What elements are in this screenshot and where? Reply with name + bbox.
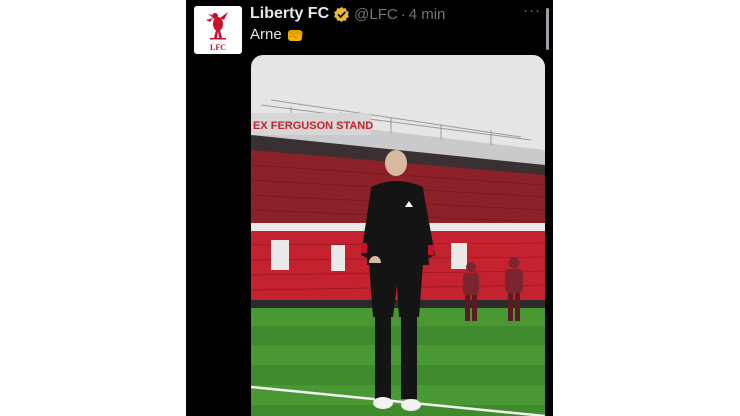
lfc-avatar[interactable]: LFC	[194, 6, 242, 54]
tweet-text: Arne	[250, 26, 305, 43]
tweet-text-content: Arne	[250, 26, 282, 43]
more-options-icon[interactable]: ···	[523, 2, 541, 20]
author-handle[interactable]: @LFC	[354, 6, 398, 23]
lfc-logo-text: LFC	[210, 43, 226, 52]
tweet-time[interactable]: 4 min	[409, 6, 446, 23]
fist-emoji-icon	[287, 27, 305, 43]
scrollbar[interactable]	[546, 8, 549, 50]
stand-name-text: EX FERGUSON STAND	[253, 120, 373, 132]
tweet-card: LFC Liberty FC @LFC · 4 min ··· Arne EX …	[186, 0, 553, 416]
header-separator: ·	[400, 5, 406, 23]
tweet-photo[interactable]: EX FERGUSON STAND	[251, 55, 545, 416]
verified-badge-icon	[333, 6, 350, 23]
tweet-header: Liberty FC @LFC · 4 min	[250, 3, 543, 25]
author-name[interactable]: Liberty FC	[250, 5, 329, 23]
